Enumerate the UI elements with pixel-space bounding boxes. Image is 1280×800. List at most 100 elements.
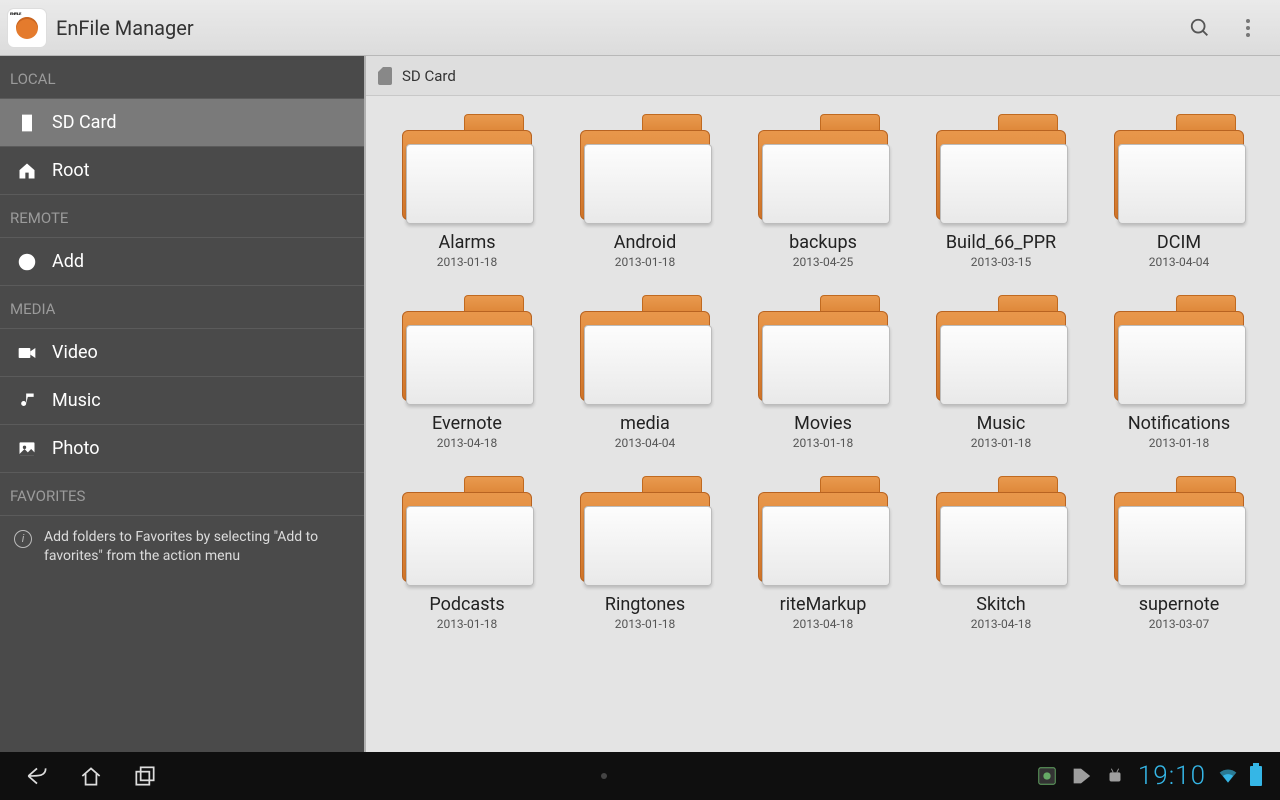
sidebar-item-add-remote[interactable]: Add	[0, 238, 364, 286]
folder-icon	[936, 295, 1066, 403]
home-icon	[16, 161, 38, 181]
folder-icon	[580, 476, 710, 584]
folder-name: DCIM	[1157, 232, 1201, 253]
tray-play-icon	[1070, 765, 1092, 787]
folder-date: 2013-04-04	[615, 436, 676, 450]
folder-date: 2013-01-18	[437, 617, 498, 631]
folder-item[interactable]: backups 2013-04-25	[734, 114, 912, 269]
sdcard-icon	[16, 113, 38, 133]
wifi-icon	[1218, 766, 1238, 786]
sidebar-item-sdcard[interactable]: SD Card	[0, 99, 364, 147]
folder-name: Evernote	[432, 413, 502, 434]
sidebar-item-label: Video	[52, 342, 98, 363]
folder-item[interactable]: Music2013-01-18	[912, 295, 1090, 450]
folder-date: 2013-03-07	[1149, 617, 1210, 631]
folder-name: riteMarkup	[780, 594, 867, 615]
folder-date: 2013-01-18	[1149, 436, 1210, 450]
folder-item[interactable]: supernote 2013-03-07	[1090, 476, 1268, 631]
nav-home-button[interactable]	[64, 752, 118, 800]
folder-date: 2013-04-18	[971, 617, 1032, 631]
sidebar-item-video[interactable]: Video	[0, 329, 364, 377]
folder-date: 2013-01-18	[615, 255, 676, 269]
app-title: EnFile Manager	[56, 16, 194, 40]
folder-name: Notifications	[1128, 413, 1230, 434]
sdcard-icon	[378, 67, 392, 85]
folder-icon	[936, 114, 1066, 222]
sidebar-section-media: MEDIA	[0, 286, 364, 329]
system-tray[interactable]: 19:10	[1036, 761, 1270, 791]
folder-icon	[1114, 114, 1244, 222]
sidebar-item-photo[interactable]: Photo	[0, 425, 364, 473]
folder-name: Skitch	[976, 594, 1025, 615]
folder-item[interactable]: DCIM 2013-04-04	[1090, 114, 1268, 269]
folder-icon	[1114, 476, 1244, 584]
favorites-hint: i Add folders to Favorites by selecting …	[0, 516, 364, 578]
folder-item[interactable]: Skitch 2013-04-18	[912, 476, 1090, 631]
folder-grid: Alarms 2013-01-18 Android 2013-01-18 backups…	[366, 96, 1280, 752]
folder-name: media	[620, 413, 670, 434]
folder-icon	[402, 476, 532, 584]
nav-recent-button[interactable]	[118, 752, 172, 800]
folder-icon	[758, 114, 888, 222]
folder-name: Movies	[794, 413, 852, 434]
folder-date: 2013-04-25	[793, 255, 854, 269]
folder-name: Android	[614, 232, 677, 253]
breadcrumb[interactable]: SD Card	[366, 56, 1280, 96]
system-clock: 19:10	[1138, 761, 1206, 791]
folder-name: backups	[789, 232, 857, 253]
app-icon: ENFILE	[8, 9, 46, 47]
breadcrumb-label: SD Card	[402, 67, 456, 85]
folder-item[interactable]: media 2013-04-04	[556, 295, 734, 450]
folder-icon	[1114, 295, 1244, 403]
folder-date: 2013-01-18	[437, 255, 498, 269]
folder-item[interactable]: Notifications 2013-01-18	[1090, 295, 1268, 450]
favorites-hint-text: Add folders to Favorites by selecting "A…	[44, 528, 350, 566]
folder-icon	[936, 476, 1066, 584]
system-navbar: 19:10	[0, 752, 1280, 800]
folder-date: 2013-04-04	[1149, 255, 1210, 269]
folder-name: supernote	[1139, 594, 1220, 615]
plus-circle-icon	[16, 252, 38, 272]
folder-name: Podcasts	[429, 594, 504, 615]
sidebar: LOCAL SD Card Root REMOTE Add MEDIA Vid	[0, 56, 366, 752]
folder-name: Alarms	[438, 232, 495, 253]
music-icon	[16, 391, 38, 411]
folder-item[interactable]: Ringtones2013-01-18	[556, 476, 734, 631]
folder-date: 2013-01-18	[793, 436, 854, 450]
sidebar-item-root[interactable]: Root	[0, 147, 364, 195]
folder-icon	[758, 476, 888, 584]
recent-apps-icon	[132, 763, 158, 789]
video-icon	[16, 343, 38, 363]
folder-item[interactable]: Evernote 2013-04-18	[378, 295, 556, 450]
sidebar-item-label: Root	[52, 160, 90, 181]
search-button[interactable]	[1176, 4, 1224, 52]
folder-item[interactable]: Alarms 2013-01-18	[378, 114, 556, 269]
folder-icon	[580, 114, 710, 222]
folder-item[interactable]: Movies 2013-01-18	[734, 295, 912, 450]
sidebar-section-remote: REMOTE	[0, 195, 364, 238]
overflow-menu-button[interactable]	[1224, 4, 1272, 52]
sidebar-item-label: Music	[52, 390, 101, 411]
nav-back-button[interactable]	[10, 752, 64, 800]
tray-app-icon	[1036, 765, 1058, 787]
folder-date: 2013-04-18	[793, 617, 854, 631]
battery-icon	[1250, 766, 1262, 786]
content-pane: SD Card Alarms 2013-01-18 Android 2013-01-1…	[366, 56, 1280, 752]
folder-date: 2013-04-18	[437, 436, 498, 450]
folder-icon	[580, 295, 710, 403]
search-icon	[1189, 17, 1211, 39]
sidebar-item-music[interactable]: Music	[0, 377, 364, 425]
folder-item[interactable]: Build_66_PPR2013-03-15	[912, 114, 1090, 269]
notification-dot	[601, 773, 607, 779]
folder-item[interactable]: riteMarkup 2013-04-18	[734, 476, 912, 631]
home-icon	[78, 763, 104, 789]
folder-date: 2013-03-15	[971, 255, 1032, 269]
folder-name: Ringtones	[605, 594, 685, 615]
sidebar-item-label: Photo	[52, 438, 100, 459]
photo-icon	[16, 439, 38, 459]
sidebar-item-label: SD Card	[52, 112, 117, 133]
folder-item[interactable]: Podcasts 2013-01-18	[378, 476, 556, 631]
folder-item[interactable]: Android 2013-01-18	[556, 114, 734, 269]
folder-icon	[402, 295, 532, 403]
info-icon: i	[14, 530, 32, 548]
